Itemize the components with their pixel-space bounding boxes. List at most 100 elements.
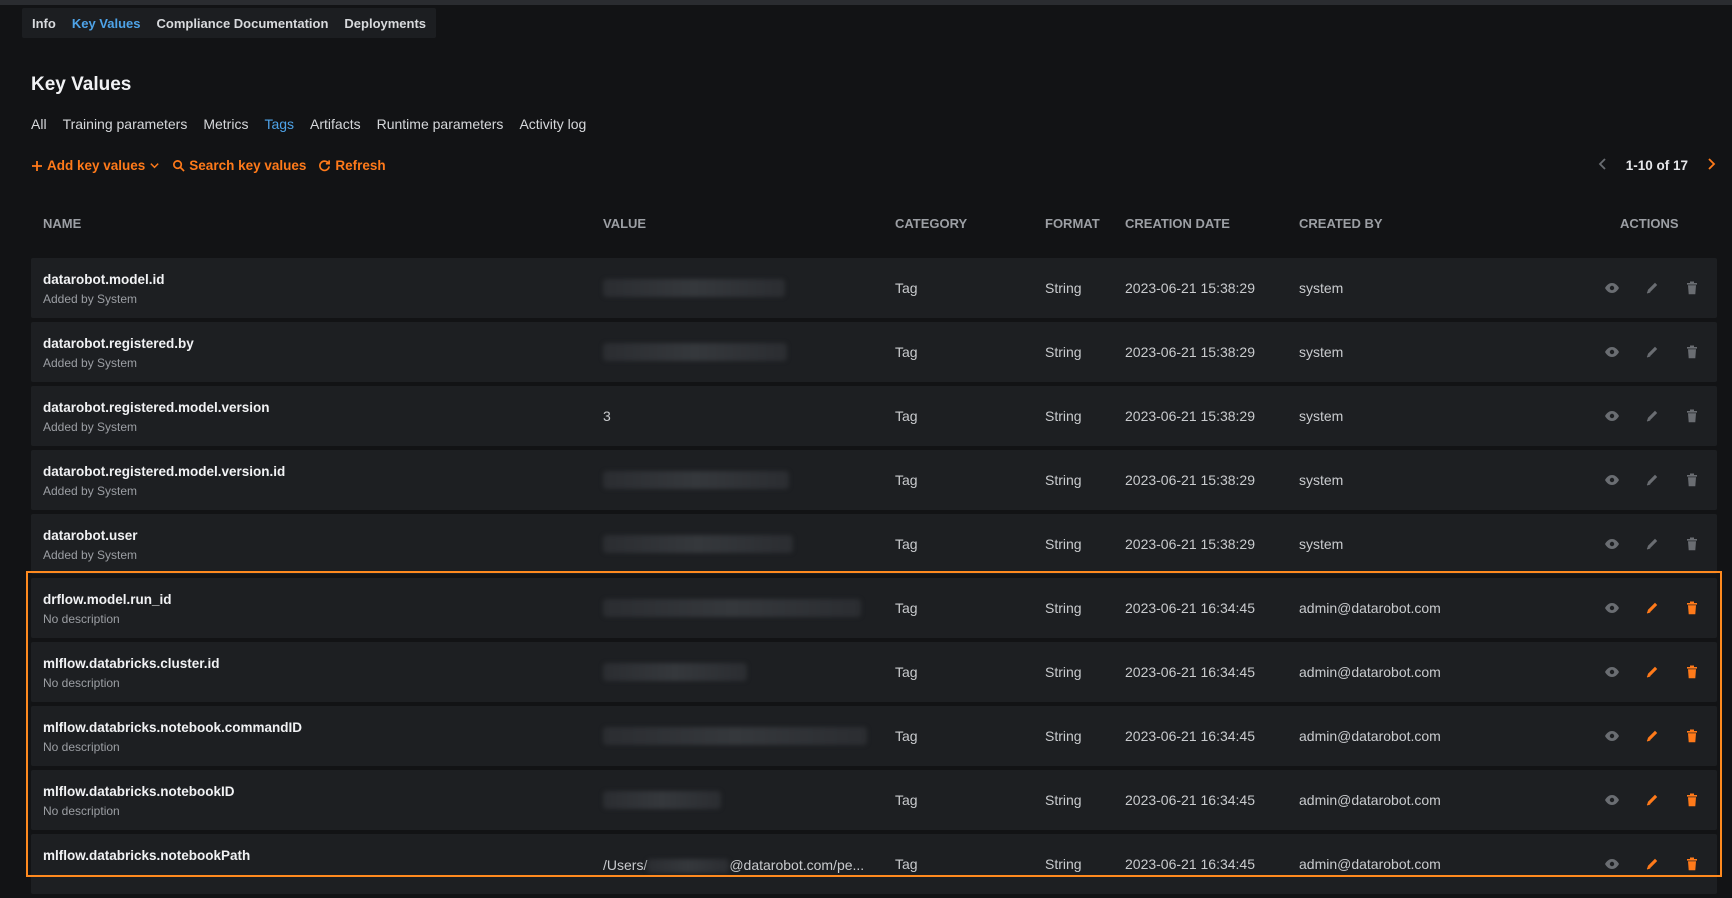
category-cell: Tag bbox=[895, 536, 918, 552]
trash-icon[interactable] bbox=[1683, 855, 1701, 873]
trash-icon[interactable] bbox=[1683, 407, 1701, 425]
eye-icon[interactable] bbox=[1603, 535, 1621, 553]
edit-pencil-icon[interactable] bbox=[1643, 407, 1661, 425]
eye-icon[interactable] bbox=[1603, 279, 1621, 297]
trash-icon[interactable] bbox=[1683, 279, 1701, 297]
category-cell: Tag bbox=[895, 408, 918, 424]
trash-icon[interactable] bbox=[1683, 343, 1701, 361]
tab-info[interactable]: Info bbox=[32, 16, 56, 31]
trash-icon[interactable] bbox=[1683, 599, 1701, 617]
subtab-tags[interactable]: Tags bbox=[264, 116, 294, 132]
created-by-cell: system bbox=[1299, 280, 1344, 296]
trash-icon[interactable] bbox=[1683, 535, 1701, 553]
format-cell: String bbox=[1045, 280, 1082, 296]
column-header-category[interactable]: CATEGORY bbox=[895, 216, 967, 231]
edit-pencil-icon[interactable] bbox=[1643, 855, 1661, 873]
edit-pencil-icon[interactable] bbox=[1643, 727, 1661, 745]
eye-icon[interactable] bbox=[1603, 791, 1621, 809]
subtab-runtime-parameters[interactable]: Runtime parameters bbox=[377, 116, 504, 132]
redacted-value bbox=[647, 859, 730, 873]
category-cell: Tag bbox=[895, 664, 918, 680]
tab-deployments[interactable]: Deployments bbox=[344, 16, 426, 31]
edit-pencil-icon[interactable] bbox=[1643, 599, 1661, 617]
key-name: datarobot.registered.model.version bbox=[43, 400, 270, 415]
eye-icon[interactable] bbox=[1603, 471, 1621, 489]
key-name: datarobot.registered.model.version.id bbox=[43, 464, 286, 479]
table-row[interactable]: datarobot.model.id Added by System Tag Stri… bbox=[31, 258, 1717, 318]
row-actions bbox=[1603, 407, 1701, 425]
edit-pencil-icon[interactable] bbox=[1643, 279, 1661, 297]
subtab-activity-log[interactable]: Activity log bbox=[519, 116, 586, 132]
redacted-value bbox=[603, 535, 793, 553]
table-row[interactable]: mlflow.databricks.notebookID No descripti… bbox=[31, 770, 1717, 830]
trash-icon[interactable] bbox=[1683, 663, 1701, 681]
eye-icon[interactable] bbox=[1603, 407, 1621, 425]
creation-date-cell: 2023-06-21 15:38:29 bbox=[1125, 344, 1255, 360]
column-header-name[interactable]: NAME bbox=[43, 216, 81, 231]
row-actions bbox=[1603, 279, 1701, 297]
category-cell: Tag bbox=[895, 280, 918, 296]
subtab-metrics[interactable]: Metrics bbox=[203, 116, 248, 132]
subtab-all[interactable]: All bbox=[31, 116, 47, 132]
created-by-cell: admin@datarobot.com bbox=[1299, 664, 1441, 680]
table-row[interactable]: datarobot.registered.model.version Added … bbox=[31, 386, 1717, 446]
table-row[interactable]: datarobot.user Added by System Tag String 20… bbox=[31, 514, 1717, 574]
eye-icon[interactable] bbox=[1603, 727, 1621, 745]
category-cell: Tag bbox=[895, 472, 918, 488]
next-page-icon[interactable] bbox=[1706, 158, 1716, 173]
edit-pencil-icon[interactable] bbox=[1643, 535, 1661, 553]
tab-key-values[interactable]: Key Values bbox=[72, 16, 141, 31]
created-by-cell: system bbox=[1299, 536, 1344, 552]
format-cell: String bbox=[1045, 792, 1082, 808]
trash-icon[interactable] bbox=[1683, 471, 1701, 489]
edit-pencil-icon[interactable] bbox=[1643, 471, 1661, 489]
eye-icon[interactable] bbox=[1603, 343, 1621, 361]
trash-icon[interactable] bbox=[1683, 791, 1701, 809]
eye-icon[interactable] bbox=[1603, 855, 1621, 873]
row-actions bbox=[1603, 343, 1701, 361]
column-header-value[interactable]: VALUE bbox=[603, 216, 646, 231]
subtab-artifacts[interactable]: Artifacts bbox=[310, 116, 361, 132]
key-description: No description bbox=[43, 804, 120, 818]
table-header: NAME VALUE CATEGORY FORMAT CREATION DATE… bbox=[31, 216, 1717, 232]
eye-icon[interactable] bbox=[1603, 599, 1621, 617]
edit-pencil-icon[interactable] bbox=[1643, 663, 1661, 681]
key-name: datarobot.user bbox=[43, 528, 138, 543]
redacted-value bbox=[603, 279, 785, 297]
table-row[interactable]: mlflow.databricks.notebookPath/Users/@da… bbox=[31, 834, 1717, 894]
previous-page-icon[interactable] bbox=[1598, 158, 1608, 173]
plus-icon bbox=[31, 160, 43, 172]
search-key-values-button[interactable]: Search key values bbox=[172, 158, 306, 173]
created-by-cell: admin@datarobot.com bbox=[1299, 856, 1441, 872]
table-row[interactable]: drflow.model.run_id No description Tag Stri… bbox=[31, 578, 1717, 638]
creation-date-cell: 2023-06-21 15:38:29 bbox=[1125, 536, 1255, 552]
trash-icon[interactable] bbox=[1683, 727, 1701, 745]
redacted-value bbox=[603, 791, 721, 809]
tab-compliance-documentation[interactable]: Compliance Documentation bbox=[156, 16, 328, 31]
page-title: Key Values bbox=[31, 74, 132, 95]
refresh-button[interactable]: Refresh bbox=[318, 158, 386, 173]
edit-pencil-icon[interactable] bbox=[1643, 791, 1661, 809]
key-name: drflow.model.run_id bbox=[43, 592, 172, 607]
add-key-values-button[interactable]: Add key values bbox=[31, 158, 160, 173]
subtab-training-parameters[interactable]: Training parameters bbox=[63, 116, 188, 132]
format-cell: String bbox=[1045, 344, 1082, 360]
refresh-label: Refresh bbox=[335, 158, 386, 173]
eye-icon[interactable] bbox=[1603, 663, 1621, 681]
column-header-creation-date[interactable]: CREATION DATE bbox=[1125, 216, 1230, 231]
table-row[interactable]: datarobot.registered.model.version.id Add… bbox=[31, 450, 1717, 510]
refresh-icon bbox=[318, 159, 331, 172]
key-name: mlflow.databricks.notebookID bbox=[43, 784, 235, 799]
redacted-value bbox=[603, 471, 789, 489]
column-header-format[interactable]: FORMAT bbox=[1045, 216, 1100, 231]
key-description: No description bbox=[43, 676, 120, 690]
column-header-actions: ACTIONS bbox=[1620, 216, 1679, 231]
table-row[interactable]: mlflow.databricks.notebook.commandID No d… bbox=[31, 706, 1717, 766]
redacted-value bbox=[603, 343, 787, 361]
creation-date-cell: 2023-06-21 15:38:29 bbox=[1125, 472, 1255, 488]
table-row[interactable]: datarobot.registered.by Added by System Ta… bbox=[31, 322, 1717, 382]
format-cell: String bbox=[1045, 536, 1082, 552]
row-actions bbox=[1603, 727, 1701, 745]
table-row[interactable]: mlflow.databricks.cluster.id No descripti… bbox=[31, 642, 1717, 702]
edit-pencil-icon[interactable] bbox=[1643, 343, 1661, 361]
